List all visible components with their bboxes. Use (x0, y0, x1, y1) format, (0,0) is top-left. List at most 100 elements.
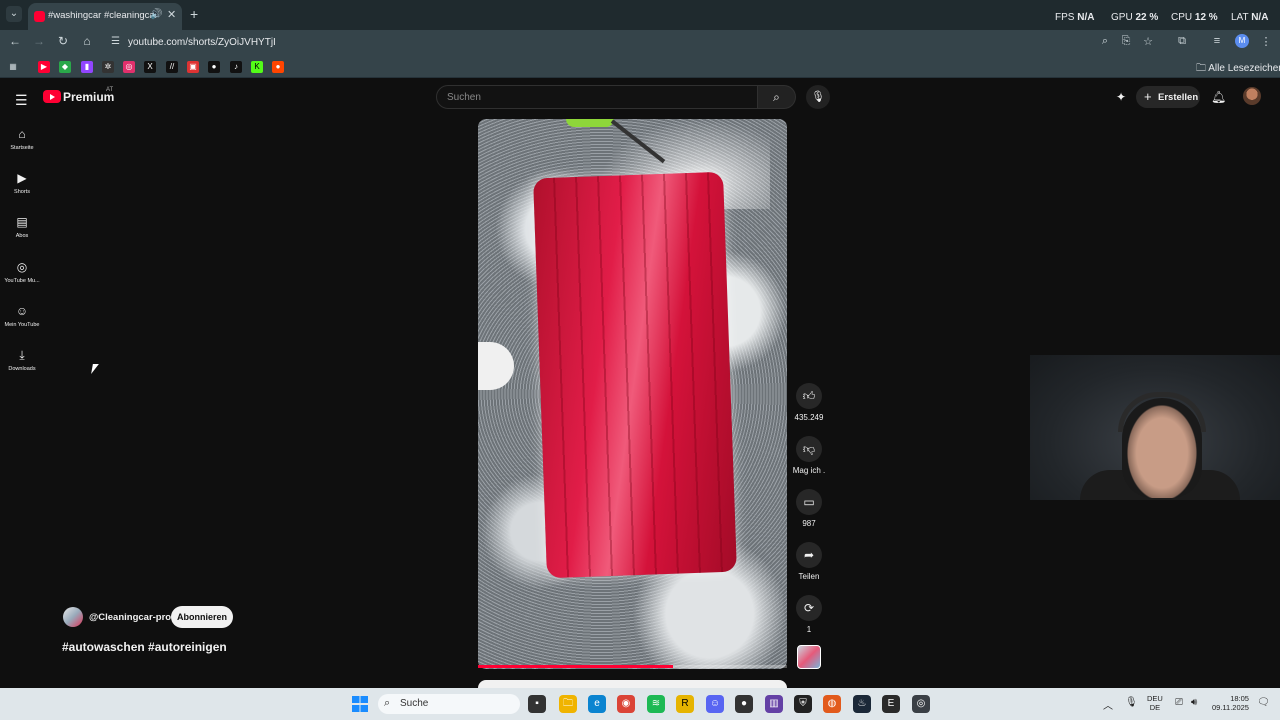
lat-stat: LAT N/A (1231, 12, 1269, 23)
app-orange-icon[interactable]: ◍ (823, 695, 841, 713)
bookmark-star-icon[interactable]: ☆ (1141, 35, 1155, 48)
search-button[interactable]: ⌕ (758, 85, 796, 109)
create-button[interactable]: + Erstellen (1136, 86, 1200, 108)
microphone-icon: 🎙 (811, 91, 825, 103)
close-tab-icon[interactable]: ✕ (167, 8, 176, 21)
windows-taskbar (0, 688, 1280, 720)
account-avatar[interactable] (1243, 87, 1261, 105)
notification-center-icon[interactable]: 🗨︎ (1257, 697, 1270, 708)
install-app-icon[interactable]: ⎘ (1119, 35, 1133, 48)
twitch-bookmark-icon[interactable]: ▮ (81, 61, 93, 73)
cast-icon[interactable]: ✦ (1116, 90, 1126, 104)
chrome-icon[interactable]: ◉ (617, 695, 635, 713)
bookmark-4-icon[interactable]: ✲ (102, 61, 114, 73)
file-explorer-icon[interactable]: 🗀 (559, 695, 577, 713)
windows-start-icon[interactable] (352, 696, 368, 712)
search-placeholder: Suchen (447, 92, 481, 103)
search-icon: ⌕ (773, 90, 780, 104)
url-text: youtube.com/shorts/ZyOiJVHYTjI (128, 37, 276, 48)
menu-hamburger-icon[interactable]: ☰ (15, 92, 28, 109)
edge-icon[interactable]: e (588, 695, 606, 713)
youtube-music-icon: ◎ (16, 260, 28, 274)
instagram-bookmark-icon[interactable]: ◎ (123, 61, 135, 73)
youtube-bookmark-icon[interactable]: ▶ (38, 61, 50, 73)
speaker-icon[interactable]: 🔊 (150, 9, 162, 20)
account-circle-icon: ☺ (15, 304, 29, 318)
sidebar-item-abos[interactable]: ▤ Abos (0, 215, 44, 239)
clock-time: 18:05 (1230, 694, 1249, 703)
kick-bookmark-icon[interactable]: K (251, 61, 263, 73)
logo-region: AT (106, 87, 114, 93)
taskbar-search[interactable]: ⌕ Suche (378, 694, 520, 714)
browser-tab[interactable]: #washingcar #cleaningcar 🔊 ✕ (28, 3, 182, 30)
apps-grid-icon[interactable]: ▦ (7, 61, 19, 73)
app-purple-icon[interactable]: ▥ (765, 695, 783, 713)
channel-avatar[interactable] (63, 607, 83, 627)
youtube-logo-icon[interactable] (43, 90, 61, 103)
reload-icon[interactable]: ↻ (55, 34, 71, 48)
bookmark-8-icon[interactable]: ▣ (187, 61, 199, 73)
extensions-icon[interactable]: ⧉ (1175, 35, 1189, 48)
tray-chevron-icon[interactable]: ︿ (1103, 697, 1113, 712)
dislike-button[interactable]: 👎︎ Mag ich . (791, 436, 827, 475)
sidebar-item-downloads[interactable]: ⤓ Downloads (0, 348, 44, 372)
site-info-icon[interactable]: ☰ (111, 36, 120, 47)
sidebar-item-youtube-music[interactable]: ◎ YouTube Mu... (0, 260, 44, 284)
keyboard-language[interactable]: DEU DE (1147, 694, 1163, 712)
bookmark-2-icon[interactable]: ◆ (59, 61, 71, 73)
discord-icon[interactable]: ☺ (706, 695, 724, 713)
voice-search-button[interactable]: 🎙 (806, 85, 830, 109)
menu-kebab-icon[interactable]: ⋮ (1259, 35, 1273, 48)
bookmark-7-icon[interactable]: // (166, 61, 178, 73)
subscribe-button[interactable]: Abonnieren (171, 606, 233, 628)
notifications-bell-icon[interactable]: 🔔︎ (1211, 90, 1226, 104)
sidebar-item-startseite[interactable]: ⌂ Startseite (0, 127, 44, 151)
app-obs-icon[interactable]: ● (735, 695, 753, 713)
zoom-icon[interactable]: ⌕ (1098, 35, 1112, 48)
bookmark-9-icon[interactable]: ● (208, 61, 220, 73)
sidebar-item-shorts[interactable]: ▶ Shorts (0, 171, 44, 195)
spotify-icon[interactable]: ≋ (647, 695, 665, 713)
epic-games-icon[interactable]: E (882, 695, 900, 713)
subscriptions-icon: ▤ (16, 215, 28, 229)
tray-mic-icon[interactable]: 🎙︎ (1125, 697, 1138, 708)
comments-button[interactable]: ▭ 987 (791, 489, 827, 528)
create-label: Erstellen (1158, 92, 1199, 103)
clock-date: 09.11.2025 (1212, 703, 1249, 712)
address-bar[interactable]: ☰ youtube.com/shorts/ZyOiJVHYTjI (110, 33, 1168, 53)
sidebar-item-mein-youtube[interactable]: ☺ Mein YouTube (0, 304, 44, 328)
share-label: Teilen (798, 572, 820, 581)
network-icon[interactable]: ⎚ (1175, 697, 1183, 708)
app-r-icon[interactable]: R (676, 695, 694, 713)
steam-icon[interactable]: ♨ (853, 695, 871, 713)
search-input[interactable]: Suchen (436, 85, 758, 109)
app-circle-icon[interactable]: ◎ (912, 695, 930, 713)
volume-icon[interactable]: 🔊︎ (1191, 697, 1197, 708)
sound-thumbnail[interactable] (797, 645, 821, 669)
back-icon[interactable]: ← (7, 34, 23, 48)
system-clock[interactable]: 18:05 09.11.2025 (1212, 694, 1249, 712)
sidebar-item-label: Downloads (8, 366, 36, 372)
tab-search-chevron-icon[interactable]: ⌄ (6, 6, 22, 22)
x-bookmark-icon[interactable]: X (144, 61, 156, 73)
profile-avatar[interactable]: M (1235, 34, 1249, 48)
remix-button[interactable]: ⟳ 1 (791, 595, 827, 634)
forward-icon[interactable]: → (31, 34, 47, 48)
brush-head (566, 119, 614, 127)
reddit-bookmark-icon[interactable]: ● (272, 61, 284, 73)
share-button[interactable]: ➦ Teilen (791, 542, 827, 581)
all-bookmarks-label: Alle Lesezeichen (1208, 63, 1280, 74)
new-tab-icon[interactable]: + (190, 6, 198, 22)
app-shield-icon[interactable]: ⛨ (794, 695, 812, 713)
all-bookmarks-folder[interactable]: 🗀 Alle Lesezeichen (1196, 61, 1280, 78)
cpu-stat: CPU 12 % (1171, 12, 1218, 23)
home-icon[interactable]: ⌂ (79, 34, 95, 48)
like-button[interactable]: 👍︎ 435.249 (791, 383, 827, 422)
fps-stat: FPS N/A (1055, 12, 1095, 23)
like-count: 435.249 (794, 413, 824, 422)
channel-name[interactable]: @Cleaningcar-pro (89, 612, 171, 623)
media-control-icon[interactable]: ≡ (1210, 35, 1224, 47)
next-short-preview[interactable] (478, 680, 787, 688)
tiktok-bookmark-icon[interactable]: ♪ (230, 61, 242, 73)
task-view-icon[interactable]: ▪ (528, 695, 546, 713)
